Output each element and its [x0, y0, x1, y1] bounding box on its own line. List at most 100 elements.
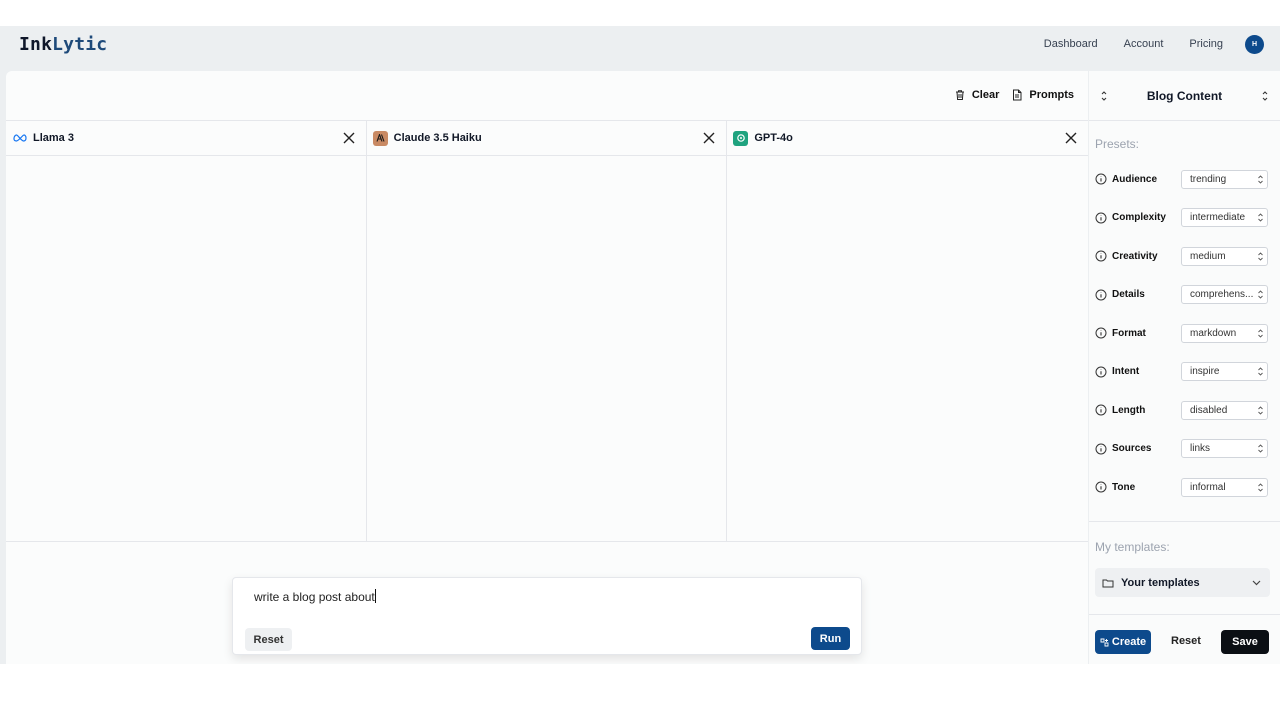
top-nav: Dashboard Account Pricing H [1018, 34, 1264, 54]
close-icon[interactable] [342, 131, 356, 145]
prompt-box: write a blog post about Reset Run [232, 577, 862, 655]
chevron-down-icon [1252, 580, 1261, 586]
templates-dropdown[interactable]: Your templates [1095, 568, 1270, 597]
info-icon[interactable] [1095, 366, 1107, 378]
model-name: GPT-4o [754, 132, 793, 144]
clear-label: Clear [971, 89, 1000, 101]
model-column-llama: Llama 3 [6, 121, 367, 541]
preset-intent: Intent inspire [1095, 362, 1275, 382]
settings-sidebar: Blog Content Presets: Audience trending Co… [1089, 71, 1280, 664]
divider [1089, 614, 1280, 615]
openai-icon [733, 130, 749, 146]
sidebar-actions: Create Reset Save [1089, 629, 1280, 654]
up-down-chevron-icon [1258, 405, 1263, 415]
info-icon[interactable] [1095, 481, 1107, 493]
nav-dashboard[interactable]: Dashboard [1044, 38, 1098, 50]
preset-label: Format [1112, 327, 1146, 339]
top-bar: InkLytic Dashboard Account Pricing H [0, 26, 1280, 70]
preset-select[interactable]: comprehens... [1181, 285, 1268, 304]
prompts-button[interactable]: Prompts [1011, 89, 1074, 101]
model-name: Llama 3 [33, 132, 74, 144]
create-button[interactable]: Create [1095, 630, 1151, 654]
column-header: Llama 3 [6, 121, 366, 156]
nav-account[interactable]: Account [1124, 38, 1164, 50]
preset-creativity: Creativity medium [1095, 246, 1275, 266]
up-down-chevron-icon [1258, 444, 1263, 453]
preset-select[interactable]: markdown [1181, 323, 1268, 343]
preset-value: comprehens... [1190, 289, 1254, 300]
info-icon[interactable] [1095, 289, 1107, 301]
preset-value: disabled [1190, 404, 1228, 416]
run-button[interactable]: Run [811, 627, 850, 650]
preset-label: Creativity [1112, 250, 1158, 262]
preset-details: Details comprehens... [1095, 285, 1275, 305]
preset-label: Details [1112, 289, 1145, 300]
content-type-selector[interactable]: Blog Content [1089, 71, 1280, 121]
presets-label: Presets: [1095, 137, 1140, 151]
document-icon [1013, 89, 1022, 101]
model-column-claude: Claude 3.5 Haiku [366, 121, 728, 541]
folder-icon [1102, 579, 1114, 587]
preset-select[interactable]: links [1181, 439, 1268, 458]
preset-value: informal [1190, 481, 1226, 493]
templates-label: My templates: [1095, 540, 1170, 554]
preset-value: inspire [1190, 366, 1220, 377]
create-label: Create [1111, 636, 1147, 648]
app-logo[interactable]: InkLytic [19, 34, 107, 55]
model-column-gpt: GPT-4o [727, 121, 1089, 541]
up-down-chevron-icon [1258, 482, 1263, 492]
up-down-chevron-icon [1101, 91, 1107, 101]
info-icon[interactable] [1095, 173, 1107, 185]
preset-value: intermediate [1190, 212, 1246, 223]
divider [1089, 521, 1280, 522]
user-avatar[interactable]: H [1245, 34, 1264, 54]
preset-value: links [1190, 443, 1211, 454]
panel-toolbar: Clear Prompts [954, 89, 1074, 101]
create-icon [1100, 638, 1109, 646]
nav-pricing[interactable]: Pricing [1189, 38, 1223, 50]
sidebar-reset-button[interactable]: Reset [1171, 635, 1201, 647]
anthropic-icon [372, 130, 388, 146]
prompts-label: Prompts [1029, 89, 1074, 101]
info-icon[interactable] [1095, 212, 1107, 224]
close-icon[interactable] [1064, 131, 1078, 145]
preset-select[interactable]: medium [1181, 246, 1268, 266]
save-button[interactable]: Save [1221, 630, 1269, 654]
info-icon[interactable] [1095, 327, 1107, 339]
up-down-chevron-icon [1258, 367, 1263, 376]
preset-sources: Sources links [1095, 439, 1275, 459]
preset-select[interactable]: disabled [1181, 400, 1268, 420]
preset-select[interactable]: informal [1181, 477, 1268, 497]
app-frame: InkLytic Dashboard Account Pricing H Cle… [0, 26, 1280, 664]
preset-label: Length [1112, 404, 1146, 416]
preset-tone: Tone informal [1095, 477, 1275, 497]
prompt-reset-button[interactable]: Reset [245, 628, 292, 651]
clear-button[interactable]: Clear [954, 89, 1000, 101]
preset-label: Intent [1112, 366, 1140, 377]
preset-label: Complexity [1112, 212, 1166, 223]
preset-select[interactable]: trending [1181, 169, 1268, 189]
preset-select[interactable]: inspire [1181, 362, 1268, 381]
preset-format: Format markdown [1095, 323, 1275, 343]
preset-value: trending [1190, 173, 1227, 185]
preset-label: Tone [1112, 481, 1136, 493]
info-icon[interactable] [1095, 250, 1107, 262]
column-header: GPT-4o [727, 121, 1089, 156]
up-down-chevron-icon [1258, 251, 1263, 261]
trash-icon [955, 90, 964, 100]
prompt-input[interactable]: write a blog post about [254, 589, 376, 604]
model-columns: Llama 3 Claude 3.5 Haiku GPT-4o [6, 120, 1089, 542]
templates-value: Your templates [1121, 576, 1200, 589]
preset-select[interactable]: intermediate [1181, 208, 1268, 227]
info-icon[interactable] [1095, 443, 1107, 455]
preset-label: Audience [1112, 173, 1158, 185]
up-down-chevron-icon [1258, 174, 1263, 184]
up-down-chevron-icon [1262, 91, 1268, 101]
info-icon[interactable] [1095, 404, 1107, 416]
model-name: Claude 3.5 Haiku [393, 132, 482, 144]
meta-icon [12, 131, 27, 146]
close-icon[interactable] [702, 131, 716, 145]
comparison-panel: Clear Prompts Llama 3 Claude 3.5 Haiku G… [6, 71, 1089, 664]
preset-length: Length disabled [1095, 400, 1275, 420]
preset-audience: Audience trending [1095, 169, 1275, 189]
